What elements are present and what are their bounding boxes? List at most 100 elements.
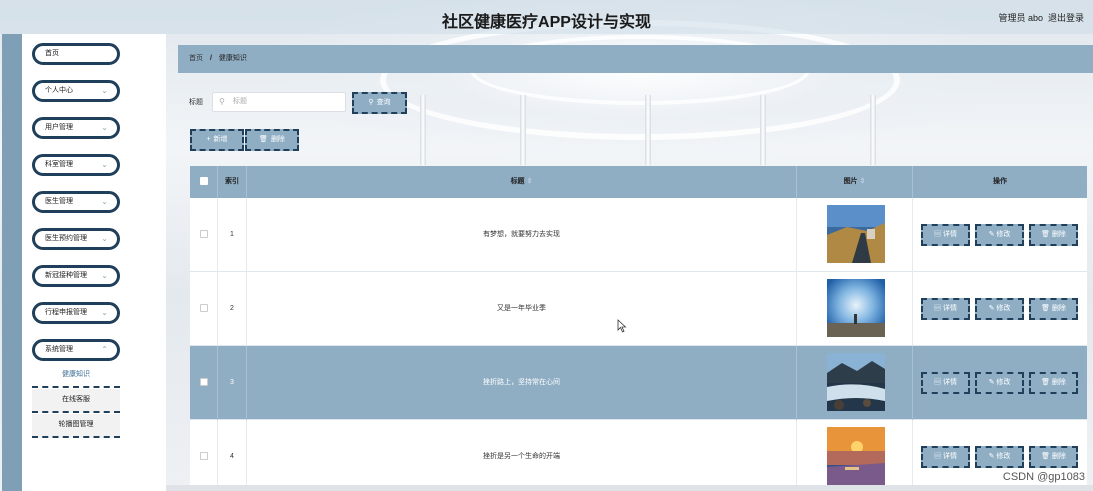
row-title: 挫折路上，坚持常在心间 [247, 346, 797, 420]
edit-label: 修改 [996, 305, 1011, 312]
header-select-all[interactable] [190, 166, 218, 198]
sidebar-item-label: 首页 [45, 50, 59, 57]
breadcrumb-current: 健康知识 [218, 55, 247, 62]
watermark: CSDN @gp1083 [1002, 471, 1085, 483]
checkbox[interactable] [199, 378, 208, 387]
row-select[interactable] [190, 346, 218, 420]
edit-button[interactable]: ✎ 修改 [975, 446, 1024, 468]
add-button[interactable]: + 新增 [190, 129, 244, 151]
row-actions: ▤ 详情 ✎ 修改 🗑 删除 [913, 198, 1087, 272]
delete-button[interactable]: 🗑 删除 [1029, 446, 1078, 468]
sidebar-item-system[interactable]: 系统管理 ⌃ [32, 339, 120, 361]
row-title: 有梦想，就要努力去实现 [247, 198, 797, 272]
sidebar-item-travel-declaration[interactable]: 行程申报管理 ⌄ [32, 302, 120, 324]
row-title: 又是一年毕业季 [247, 272, 797, 346]
sidebar-rail [2, 34, 22, 491]
search-button-label: 查询 [376, 99, 391, 106]
table-row: 3 挫折路上，坚持常在心间 ▤ 详情 ✎ 修改 🗑 删除 [190, 346, 1087, 420]
table-row: 2 又是一年毕业季 ▤ 详情 ✎ 修改 🗑 删除 [190, 272, 1087, 346]
detail-button[interactable]: ▤ 详情 [921, 224, 970, 246]
submenu-health-knowledge[interactable]: 健康知识 [32, 364, 120, 388]
search-input[interactable]: ⚲ 标题 [212, 92, 346, 112]
chevron-down-icon: ⌄ [101, 197, 108, 206]
trash-icon: 🗑 [1041, 379, 1050, 386]
sidebar-item-label: 系统管理 [45, 346, 73, 353]
doc-icon: ▤ [934, 231, 942, 238]
sort-icon: ⇕ [526, 178, 533, 185]
bulk-delete-button[interactable]: 🗑 删除 [245, 129, 299, 151]
road-landscape-photo [827, 205, 885, 263]
checkbox[interactable] [199, 230, 208, 239]
sidebar-item-personal-center[interactable]: 个人中心 ⌄ [32, 80, 120, 102]
checkbox[interactable] [199, 177, 208, 186]
table-row: 1 有梦想，就要努力去实现 ▤ 详情 ✎ 修改 🗑 删除 [190, 198, 1087, 272]
trash-icon: 🗑 [259, 136, 268, 143]
sidebar-item-home[interactable]: 首页 [32, 43, 120, 65]
logout-link[interactable]: 退出登录 [1048, 11, 1084, 24]
river-rocks-photo [827, 353, 885, 411]
row-title: 挫折是另一个生命的开端 [247, 420, 797, 491]
mouse-cursor-icon [617, 319, 627, 333]
delete-button[interactable]: 🗑 删除 [1029, 372, 1078, 394]
table-header: 索引 标题 ⇕ 图片 ⇕ 操作 [190, 166, 1087, 198]
pencil-icon: ✎ [988, 453, 995, 460]
detail-label: 详情 [942, 379, 957, 386]
submenu-carousel[interactable]: 轮播图管理 [32, 414, 120, 438]
knowledge-table: 索引 标题 ⇕ 图片 ⇕ 操作 1 有梦想，就要努力去实现 ▤ 详情 ✎ 修改 🗑 … [190, 166, 1087, 491]
chevron-down-icon: ⌄ [101, 86, 108, 95]
delete-button[interactable]: 🗑 删除 [1029, 298, 1078, 320]
sidebar-item-users[interactable]: 用户管理 ⌄ [32, 117, 120, 139]
chevron-up-icon: ⌃ [101, 345, 108, 354]
doc-icon: ▤ [934, 453, 942, 460]
row-select[interactable] [190, 420, 218, 491]
header-title-label: 标题 [510, 178, 525, 185]
checkbox[interactable] [199, 452, 208, 461]
row-select[interactable] [190, 272, 218, 346]
chevron-down-icon: ⌄ [101, 308, 108, 317]
checkbox[interactable] [199, 304, 208, 313]
edit-button[interactable]: ✎ 修改 [975, 224, 1024, 246]
edit-button[interactable]: ✎ 修改 [975, 298, 1024, 320]
trash-icon: 🗑 [1041, 453, 1050, 460]
header-title[interactable]: 标题 ⇕ [247, 166, 797, 198]
row-select[interactable] [190, 198, 218, 272]
search-icon: ⚲ [368, 99, 374, 106]
add-button-label: 新增 [213, 136, 228, 143]
sidebar-item-appointments[interactable]: 医生预约管理 ⌄ [32, 228, 120, 250]
delete-label: 删除 [1051, 305, 1066, 312]
header-image[interactable]: 图片 ⇕ [797, 166, 913, 198]
row-actions: ▤ 详情 ✎ 修改 🗑 删除 [913, 272, 1087, 346]
sidebar-item-label: 新冠接种管理 [45, 272, 87, 279]
pencil-icon: ✎ [988, 305, 995, 312]
detail-button[interactable]: ▤ 详情 [921, 446, 970, 468]
top-header: 社区健康医疗APP设计与实现 管理员 abo 退出登录 [0, 0, 1093, 34]
header-actions: 操作 [993, 178, 1007, 185]
delete-button[interactable]: 🗑 删除 [1029, 224, 1078, 246]
doc-icon: ▤ [934, 305, 942, 312]
detail-button[interactable]: ▤ 详情 [921, 372, 970, 394]
submenu-online-service[interactable]: 在线客服 [32, 389, 120, 413]
breadcrumb-home[interactable]: 首页 [189, 55, 203, 62]
sidebar-item-label: 个人中心 [45, 87, 73, 94]
doc-icon: ▤ [934, 379, 942, 386]
sidebar: 首页 个人中心 ⌄ 用户管理 ⌄ 科室管理 ⌄ 医生管理 ⌄ 医生预约管理 ⌄ … [22, 34, 166, 491]
search-button[interactable]: ⚲ 查询 [352, 92, 407, 114]
sidebar-item-label: 用户管理 [45, 124, 73, 131]
table-row: 4 挫折是另一个生命的开端 ▤ 详情 ✎ 修改 🗑 删除 [190, 420, 1087, 491]
sidebar-item-label: 行程申报管理 [45, 309, 87, 316]
sidebar-item-departments[interactable]: 科室管理 ⌄ [32, 154, 120, 176]
delete-label: 删除 [1051, 453, 1066, 460]
sidebar-item-vaccination[interactable]: 新冠接种管理 ⌄ [32, 265, 120, 287]
edit-label: 修改 [996, 379, 1011, 386]
edit-button[interactable]: ✎ 修改 [975, 372, 1024, 394]
detail-button[interactable]: ▤ 详情 [921, 298, 970, 320]
detail-label: 详情 [942, 453, 957, 460]
sidebar-item-doctors[interactable]: 医生管理 ⌄ [32, 191, 120, 213]
pencil-icon: ✎ [988, 231, 995, 238]
edit-label: 修改 [996, 453, 1011, 460]
header-index: 索引 [218, 166, 247, 198]
detail-label: 详情 [942, 231, 957, 238]
horizontal-scrollbar[interactable] [166, 485, 1093, 491]
blue-sky-person-photo [827, 279, 885, 337]
detail-label: 详情 [942, 305, 957, 312]
